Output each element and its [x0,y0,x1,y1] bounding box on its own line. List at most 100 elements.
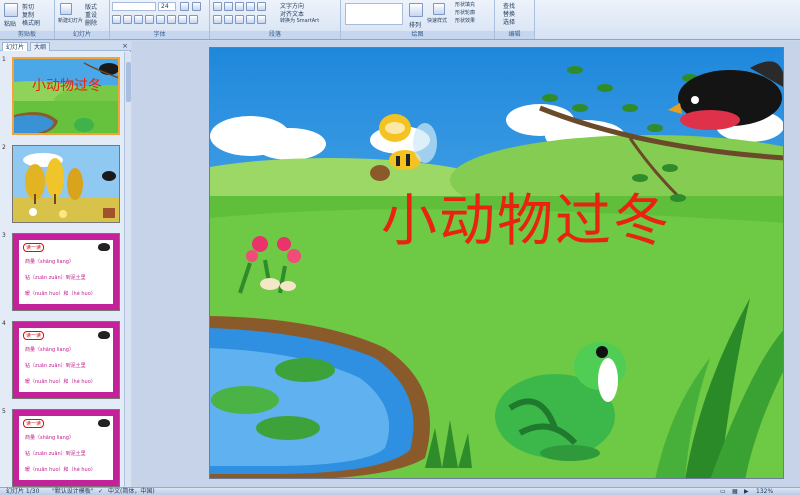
slide-thumbnail[interactable]: 3 读一读 商量（shāng liang） 钻（zuān zuān）到泥土里 暖… [0,231,124,313]
zoom-level[interactable]: 132% [756,488,773,495]
align-right-icon[interactable] [235,15,244,24]
paste-button[interactable]: 粘贴 [4,19,16,28]
font-color-icon[interactable] [189,15,198,24]
slide-editor: 小动物过冬 [132,41,800,487]
slide-number: 5 [2,408,6,415]
char-spacing-icon[interactable] [167,15,176,24]
numbering-icon[interactable] [224,2,233,11]
thumbnail-scene [13,146,119,222]
arrange-button[interactable]: 排列 [409,20,421,29]
slide-background [210,48,783,478]
grow-font-icon[interactable] [180,2,189,11]
theme-name: "默认设计模板" [52,488,94,495]
slide-thumbnail[interactable]: 1 小动物过冬 [0,55,124,137]
increase-indent-icon[interactable] [246,2,255,11]
thumbnail-title: 小动物过冬 [32,78,102,94]
view-sorter-icon[interactable]: ▦ [732,488,738,495]
lesson-line: 暖（nuǎn huo）和（hé huo） [25,467,96,473]
quick-styles-icon[interactable] [433,3,445,15]
lesson-frame: 读一读 商量（shāng liang） 钻（zuān zuān）到泥土里 暖（n… [13,234,119,310]
underline-icon[interactable] [134,15,143,24]
tab-slides[interactable]: 幻灯片 [2,42,29,51]
lesson-line: 商量（shāng liang） [25,347,74,353]
thumbnail-frame [12,145,120,223]
slide-thumbnail[interactable]: 2 [0,143,124,225]
delete-button[interactable]: 删除 [85,18,97,27]
scrollbar-thumb[interactable] [126,62,131,102]
slide-title[interactable]: 小动物过冬 [326,188,726,256]
lesson-line: 暖（nuǎn huo）和（hé huo） [25,379,96,385]
slide-canvas[interactable]: 小动物过冬 [209,47,784,479]
lesson-tag: 读一读 [23,243,45,252]
italic-icon[interactable] [123,15,132,24]
shapes-gallery[interactable] [345,3,403,25]
new-slide-icon[interactable] [60,3,72,15]
font-group: 24 字体 [110,0,210,39]
slides-group: 新建幻灯片 版式 重设 删除 幻灯片 [55,0,110,39]
editing-label: 编辑 [495,31,534,39]
lesson-tag: 读一读 [23,331,45,340]
clipboard-group: 粘贴 剪切 复制 格式刷 剪贴板 [0,0,55,39]
slides-label: 幻灯片 [55,31,109,39]
shrink-font-icon[interactable] [192,2,201,11]
slide-number: 3 [2,232,6,239]
slide-counter: 幻灯片 1/30 [6,488,40,495]
font-label: 字体 [110,31,209,39]
smartart-button[interactable]: 转换为 SmartArt [280,17,319,24]
panel-tabs: 幻灯片 大纲 × [0,41,131,51]
align-left-icon[interactable] [213,15,222,24]
change-case-icon[interactable] [178,15,187,24]
select-button[interactable]: 选择 [503,17,515,26]
view-normal-icon[interactable]: ▭ [720,488,726,495]
status-bar: 幻灯片 1/30 "默认设计模板" ✓ 中文(简体，中国) ▭ ▦ ▶ 132% [0,487,800,495]
new-slide-button[interactable]: 新建幻灯片 [58,17,83,24]
bird-icon [98,331,110,339]
decrease-indent-icon[interactable] [235,2,244,11]
drawing-group: 排列 快速样式 形状填充 形状轮廓 形状效果 绘图 [341,0,495,39]
lesson-line: 钻（zuān zuān）到泥土里 [25,363,86,369]
close-panel-icon[interactable]: × [122,42,128,50]
slide-number: 2 [2,144,6,151]
thumbnail-frame: 读一读 商量（shāng liang） 钻（zuān zuān）到泥土里 暖（n… [12,321,120,399]
bird-icon [98,419,110,427]
columns-icon[interactable] [257,15,266,24]
slide-number: 4 [2,320,6,327]
thumbnail-scene [14,59,118,133]
language-indicator[interactable]: 中文(简体，中国) [108,488,155,495]
view-slideshow-icon[interactable]: ▶ [744,488,749,495]
drawing-label: 绘图 [341,31,494,39]
lesson-line: 暖（nuǎn huo）和（hé huo） [25,291,96,297]
slide-thumbnail[interactable]: 5 读一读 商量（shāng liang） 钻（zuān zuān）到泥土里 暖… [0,407,124,487]
font-name-combo[interactable] [112,2,156,11]
font-size-combo[interactable]: 24 [158,2,176,11]
shape-fill-button[interactable]: 形状填充 [455,1,475,8]
paste-icon[interactable] [4,3,18,17]
slide-number: 1 [2,56,6,63]
tab-outline[interactable]: 大纲 [30,42,51,51]
justify-icon[interactable] [246,15,255,24]
quick-styles-button[interactable]: 快速样式 [427,17,447,24]
thumbnail-frame: 读一读 商量（shāng liang） 钻（zuān zuān）到泥土里 暖（n… [12,233,120,311]
slide-thumbnail[interactable]: 4 读一读 商量（shāng liang） 钻（zuān zuān）到泥土里 暖… [0,319,124,401]
shadow-icon[interactable] [156,15,165,24]
bird-icon [98,243,110,251]
paragraph-label: 段落 [210,31,340,39]
strikethrough-icon[interactable] [145,15,154,24]
spell-check-icon[interactable]: ✓ [98,488,103,495]
thumbnail-scrollbar[interactable] [124,52,131,487]
shape-effects-button[interactable]: 形状效果 [455,17,475,24]
format-painter-button[interactable]: 格式刷 [22,18,40,27]
lesson-line: 商量（shāng liang） [25,259,74,265]
align-center-icon[interactable] [224,15,233,24]
slides-panel: 幻灯片 大纲 × 1 小动物过冬 2 3 读一读 商量（shāng liang）… [0,41,131,487]
arrange-icon[interactable] [409,3,423,17]
lesson-line: 钻（zuān zuān）到泥土里 [25,451,86,457]
lesson-tag: 读一读 [23,419,45,428]
shape-outline-button[interactable]: 形状轮廓 [455,9,475,16]
ribbon: 粘贴 剪切 复制 格式刷 剪贴板 新建幻灯片 版式 重设 删除 幻灯片 24 字… [0,0,800,40]
bold-icon[interactable] [112,15,121,24]
thumbnail-list: 1 小动物过冬 2 3 读一读 商量（shāng liang） 钻（zuān z… [0,52,124,487]
lesson-frame: 读一读 商量（shāng liang） 钻（zuān zuān）到泥土里 暖（n… [13,410,119,486]
line-spacing-icon[interactable] [257,2,266,11]
bullets-icon[interactable] [213,2,222,11]
